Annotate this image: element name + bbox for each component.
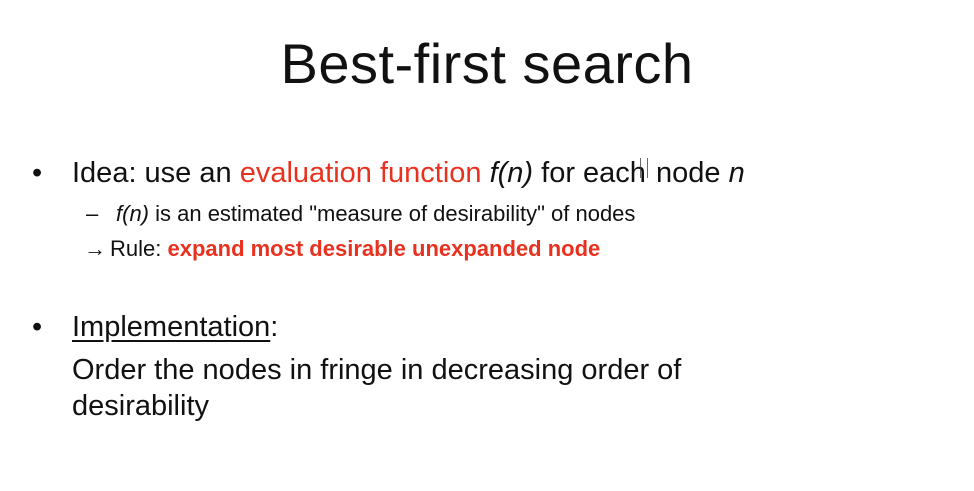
implementation-colon: : <box>270 311 279 343</box>
implementation-heading: Implementation <box>72 311 271 343</box>
slide: Best-first search • Idea: use an evaluat… <box>0 0 974 491</box>
sub-function-symbol: f(n) <box>116 201 149 226</box>
bullet-dot: • <box>32 157 43 189</box>
idea-suffix: node <box>647 157 729 189</box>
idea-prefix: Idea: use an <box>72 157 240 189</box>
text-cursor-icon <box>639 158 648 178</box>
arrow-right-icon: → <box>84 236 106 261</box>
implementation-paragraph: Order the nodes in fringe in decreasing … <box>72 354 682 422</box>
sub-bullet-desirability: – f(n) is an estimated "measure of desir… <box>86 200 635 228</box>
rule-text: expand most desirable unexpanded node <box>167 236 601 261</box>
idea-mid: for each <box>533 157 646 189</box>
bullet-implementation: • Implementation : <box>32 309 278 345</box>
dash-icon: – <box>86 201 99 226</box>
rule-label: Rule: <box>110 236 168 261</box>
idea-space <box>482 155 490 191</box>
idea-node-variable: n <box>728 157 745 189</box>
slide-title: Best-first search <box>280 32 694 95</box>
idea-function-symbol: f(n) <box>489 157 534 189</box>
evaluation-function-highlight: evaluation function <box>239 157 482 189</box>
bullet-dot: • <box>32 311 43 343</box>
sub-desirability-text: is an estimated "measure of desirability… <box>149 201 636 226</box>
bullet-idea: • Idea: use an evaluation function f(n) … <box>32 155 745 191</box>
sub-bullet-rule: → Rule: expand most desirable unexpanded… <box>84 235 600 263</box>
